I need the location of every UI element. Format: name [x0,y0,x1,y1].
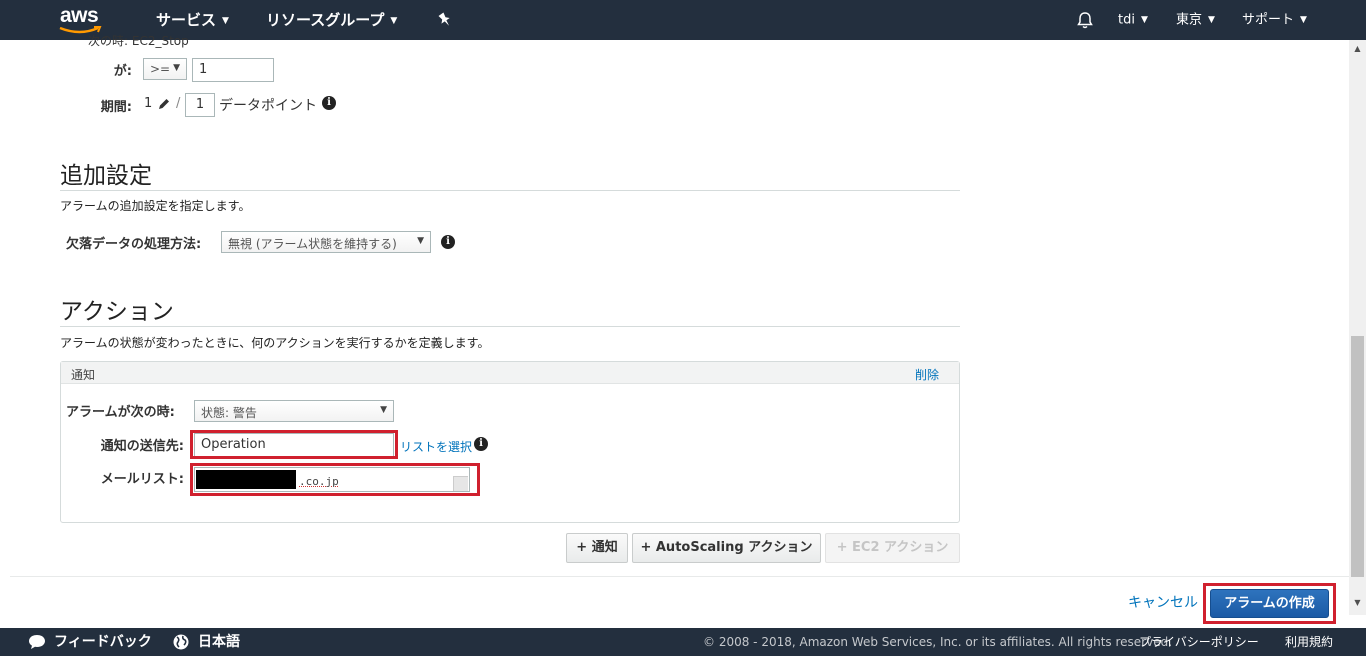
period-label: 期間: [100,100,132,115]
copyright-text: © 2008 - 2018, Amazon Web Services, Inc.… [703,635,1173,649]
select-list-link[interactable]: リストを選択 [400,438,472,455]
chevron-down-icon: ▼ [222,15,229,26]
datapoints-text: データポイント [219,98,317,114]
info-icon[interactable]: i [474,437,488,451]
user-menu[interactable]: tdi ▼ [1118,0,1148,40]
pin-icon[interactable] [436,11,454,29]
additional-settings-heading: 追加設定 [60,163,152,189]
region-menu[interactable]: 東京 ▼ [1176,0,1215,40]
chevron-down-icon: ▼ [173,63,180,73]
chevron-down-icon: ▼ [417,236,424,246]
scrollbar-thumb[interactable] [1351,336,1364,577]
missing-data-label: 欠落データの処理方法: [66,237,202,252]
info-icon[interactable]: i [441,235,455,249]
aws-logo-text: aws [60,4,99,27]
highlight-box [1203,583,1336,624]
section-divider [60,326,960,327]
chevron-down-icon: ▼ [1300,15,1307,25]
scroll-up-arrow[interactable]: ▲ [1351,42,1364,56]
highlight-box [190,430,398,459]
top-navbar: aws サービス ▼ リソースグループ ▼ tdi ▼ 東京 ▼ サポート ▼ [0,0,1366,40]
scroll-down-arrow[interactable]: ▼ [1351,596,1364,610]
terms-of-use-link[interactable]: 利用規約 [1285,628,1333,656]
chevron-down-icon: ▼ [390,15,398,26]
globe-icon [173,634,189,650]
page-footer: フィードバック 日本語 © 2008 - 2018, Amazon Web Se… [0,628,1366,656]
alarm-state-label: アラームが次の時: [66,405,175,420]
threshold-value-input[interactable]: 1 [192,58,274,82]
condition-label: が: [113,64,132,79]
notification-panel-header: 通知 削除 [61,362,959,384]
period-separator: / [176,96,181,111]
email-list-label: メールリスト: [100,472,184,487]
footer-divider [10,576,1349,577]
privacy-policy-link[interactable]: プライバシーポリシー [1139,628,1259,656]
missing-data-select[interactable]: 無視 (アラーム状態を維持する) ▼ [221,231,431,253]
chevron-down-icon: ▼ [1208,15,1215,25]
feedback-link[interactable]: フィードバック [54,628,152,656]
operator-select[interactable]: >= ▼ [143,58,187,80]
alarm-state-select[interactable]: 状態: 警告 ▼ [194,400,394,422]
language-selector[interactable]: 日本語 [198,628,240,656]
speech-bubble-icon [29,635,45,649]
delete-link[interactable]: 削除 [915,366,939,383]
metric-name-cut: 次の時: EC2_Stop [88,34,189,48]
add-notification-button[interactable]: + 通知 [566,533,628,563]
cancel-button[interactable]: キャンセル [1128,592,1198,612]
highlight-box [190,463,480,496]
additional-settings-description: アラームの追加設定を指定します。 [60,199,251,213]
chevron-down-icon: ▼ [380,405,387,415]
pencil-icon[interactable] [157,97,171,111]
chevron-down-icon: ▼ [1140,15,1148,25]
datapoints-input[interactable]: 1 [185,93,215,117]
actions-description: アラームの状態が変わったときに、何のアクションを実行するかを定義します。 [60,336,490,350]
add-ec2-action-button[interactable]: + EC2 アクション [825,533,960,563]
resource-groups-menu[interactable]: リソースグループ ▼ [266,0,397,40]
info-icon[interactable]: i [322,96,336,110]
section-divider [60,190,960,191]
add-autoscaling-button[interactable]: + AutoScaling アクション [632,533,821,563]
bell-icon[interactable] [1075,10,1095,30]
notification-panel-title: 通知 [71,368,96,382]
support-menu[interactable]: サポート ▼ [1242,0,1307,40]
actions-heading: アクション [60,299,174,325]
send-to-label: 通知の送信先: [100,439,184,454]
period-value: 1 [144,96,153,111]
